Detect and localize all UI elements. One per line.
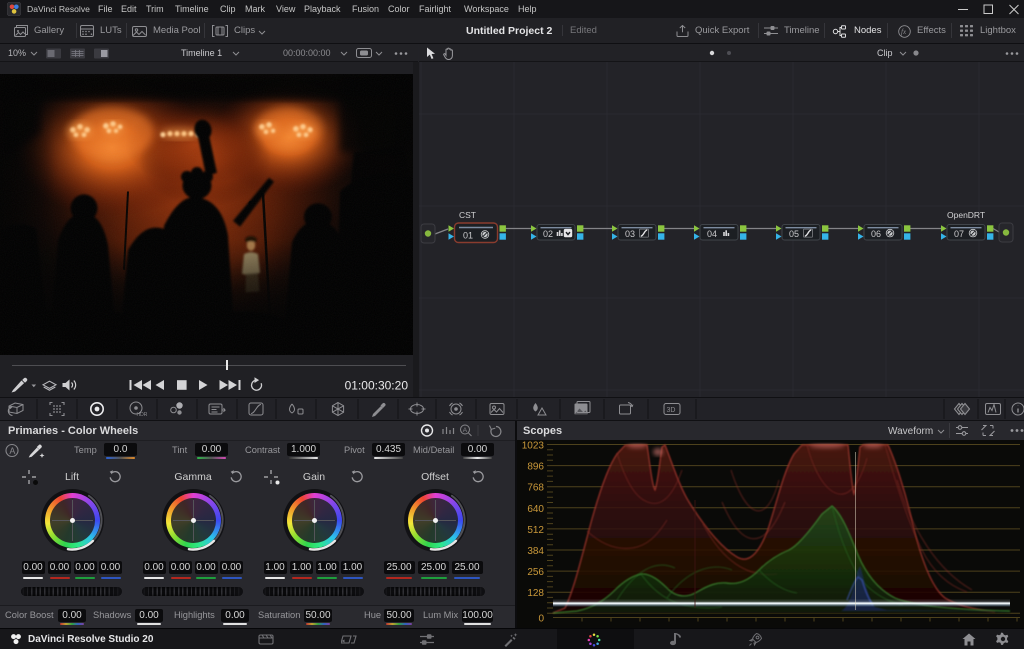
svg-text:CST: CST xyxy=(459,210,476,220)
svg-text:04: 04 xyxy=(707,229,717,239)
svg-text:768: 768 xyxy=(527,483,544,494)
svg-text:0: 0 xyxy=(538,613,544,624)
svg-text:A: A xyxy=(463,427,468,434)
svg-text:A: A xyxy=(9,446,15,456)
svg-text:01: 01 xyxy=(463,231,473,241)
svg-text:1023: 1023 xyxy=(522,441,545,452)
svg-text:256: 256 xyxy=(527,567,544,578)
svg-text:512: 512 xyxy=(527,525,544,536)
svg-text:fx: fx xyxy=(901,28,907,36)
svg-text:06: 06 xyxy=(871,229,881,239)
svg-text:07: 07 xyxy=(954,229,964,239)
svg-text:01:00:30:20: 01:00:30:20 xyxy=(345,379,408,393)
svg-text:03: 03 xyxy=(625,229,635,239)
svg-text:128: 128 xyxy=(527,588,544,599)
svg-text:02: 02 xyxy=(543,229,553,239)
svg-text:OpenDRT: OpenDRT xyxy=(947,210,985,220)
svg-text:05: 05 xyxy=(789,229,799,239)
svg-text:640: 640 xyxy=(527,504,544,515)
svg-text:384: 384 xyxy=(527,546,544,557)
svg-text:HDR: HDR xyxy=(137,412,148,418)
svg-text:896: 896 xyxy=(527,462,544,473)
svg-text:3D: 3D xyxy=(667,407,676,414)
